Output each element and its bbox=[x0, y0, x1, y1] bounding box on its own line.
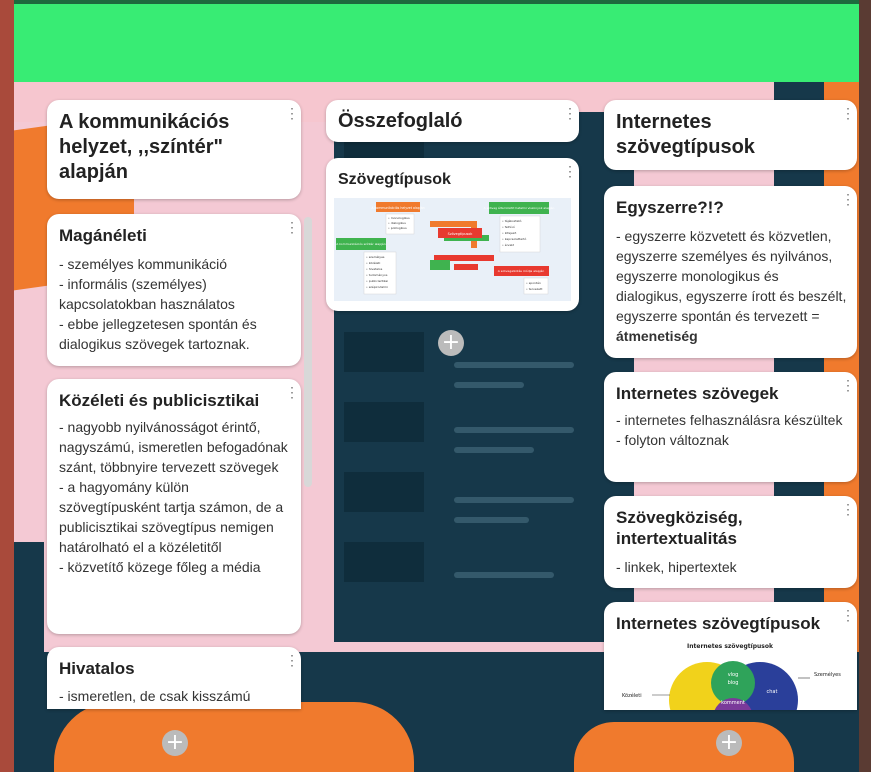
more-options-icon[interactable]: ⋮ bbox=[841, 608, 855, 622]
post-title: Egyszerre?!? bbox=[616, 198, 724, 217]
more-options-icon[interactable]: ⋮ bbox=[841, 378, 855, 392]
more-options-icon[interactable]: ⋮ bbox=[285, 653, 299, 667]
post-title: Szövegtípusok bbox=[338, 171, 451, 188]
background-shape bbox=[454, 382, 524, 388]
post-title: Hivatalos bbox=[59, 659, 135, 678]
add-post-button[interactable]: + bbox=[162, 730, 188, 756]
diagram-box-label: A kommunikációs színtér alapján bbox=[336, 242, 385, 246]
more-options-icon[interactable]: ⋮ bbox=[285, 385, 299, 399]
more-options-icon[interactable]: ⋮ bbox=[841, 502, 855, 516]
diagram-list-item: • érvelő bbox=[502, 243, 514, 247]
venn-label: Személyes bbox=[814, 671, 841, 678]
background-shape bbox=[454, 427, 574, 433]
venn-label: Közéleti bbox=[622, 692, 642, 699]
diagram-box-label: A kommunikációs helyzet alapján bbox=[371, 206, 424, 210]
venn-diagram-thumbnail[interactable]: Internetes szövegtípusok vlog blog chat … bbox=[612, 638, 849, 710]
background-shape bbox=[54, 702, 414, 772]
column-header-card[interactable]: Összefoglaló ⋮ bbox=[326, 100, 579, 142]
background-shape bbox=[454, 362, 574, 368]
background-shape bbox=[454, 447, 534, 453]
diagram-box-label: A szövegalkotás módja alapján bbox=[498, 269, 545, 273]
diagram-list-item: • felhívó bbox=[502, 225, 515, 229]
background-shape bbox=[344, 332, 424, 372]
column-header-card[interactable]: Internetes szövegtípusok ⋮ bbox=[604, 100, 857, 170]
diagram-list-item: • monologikus bbox=[388, 216, 410, 220]
add-post-button[interactable]: + bbox=[716, 730, 742, 756]
venn-diagram: Internetes szövegtípusok vlog blog chat … bbox=[622, 643, 841, 710]
board-canvas: A kommunikációs helyzet, ,,színtér" alap… bbox=[14, 82, 859, 772]
post-body-emphasis: átmenetiség bbox=[616, 328, 698, 344]
diagram-list-item: • tervezett bbox=[526, 287, 543, 291]
background-shape bbox=[454, 497, 574, 503]
diagram-list-item: • polilogikus bbox=[388, 226, 407, 230]
post-body: - nagyobb nyilvánosságot érintő, nagyszá… bbox=[59, 419, 288, 575]
post-body: - egyszerre közvetett és közvetlen, egys… bbox=[616, 226, 848, 346]
diagram-list-item: • személyes bbox=[366, 255, 385, 259]
post-title: Magánéleti bbox=[59, 226, 147, 245]
more-options-icon[interactable]: ⋮ bbox=[841, 192, 855, 206]
post-title: Közéleti és publicisztikai bbox=[59, 391, 260, 410]
szovegtipusok-diagram: A kommunikációs helyzet alapján • monolo… bbox=[334, 198, 571, 301]
post-body: - személyes kommunikáció - informális (s… bbox=[59, 256, 257, 352]
column-title: Összefoglaló bbox=[338, 110, 463, 132]
right-edge bbox=[859, 0, 871, 772]
venn-label: komment bbox=[721, 700, 745, 706]
diagram-list-item: • kapcsolattartó bbox=[502, 237, 526, 241]
diagram-list-item: • közéleti bbox=[366, 261, 380, 265]
background-shape bbox=[344, 402, 424, 442]
post-card[interactable]: Internetes szövegtípusok ⋮ Internetes sz… bbox=[604, 602, 857, 710]
post-card[interactable]: Hivatalos - ismeretlen, de csak kisszámú… bbox=[47, 647, 301, 709]
diagram-thumbnail[interactable]: A kommunikációs helyzet alapján • monolo… bbox=[334, 198, 571, 301]
background-shape bbox=[454, 517, 529, 523]
more-options-icon[interactable]: ⋮ bbox=[285, 220, 299, 234]
background-shape bbox=[454, 572, 554, 578]
add-post-button[interactable]: + bbox=[438, 330, 464, 356]
more-options-icon[interactable]: ⋮ bbox=[285, 106, 299, 120]
post-card[interactable]: Szövegköziség, intertextualitás - linkek… bbox=[604, 496, 857, 588]
diagram-list-item: • spontán bbox=[526, 281, 541, 285]
diagram-list-item: • szépirodalmi bbox=[366, 285, 388, 289]
venn-label: chat bbox=[767, 689, 778, 695]
venn-label: blog bbox=[728, 680, 739, 686]
background-shape bbox=[574, 722, 794, 772]
post-card[interactable]: Magánéleti - személyes kommunikáció - in… bbox=[47, 214, 301, 366]
post-title: Internetes szövegtípusok bbox=[616, 614, 821, 633]
column-title: A kommunikációs helyzet, ,,színtér" alap… bbox=[59, 111, 230, 183]
column-scrollbar[interactable] bbox=[304, 217, 312, 487]
post-body: - ismeretlen, de csak kisszámú bbox=[59, 688, 251, 704]
more-options-icon[interactable]: ⋮ bbox=[841, 106, 855, 120]
post-card[interactable]: Egyszerre?!? - egyszerre közvetett és kö… bbox=[604, 186, 857, 358]
venn-label: vlog bbox=[728, 672, 739, 678]
post-body: - internetes felhasználásra készültek - … bbox=[616, 412, 843, 448]
diagram-box-label: A szöveg által közölt hatalmi viszonyok … bbox=[484, 206, 555, 210]
diagram-center-label: Szövegtípusok bbox=[448, 232, 473, 236]
left-edge bbox=[0, 0, 14, 772]
post-body-text: - egyszerre közvetett és közvetlen, egys… bbox=[616, 228, 847, 324]
venn-title: Internetes szövegtípusok bbox=[687, 643, 774, 650]
column-header-card[interactable]: A kommunikációs helyzet, ,,színtér" alap… bbox=[47, 100, 301, 199]
post-card[interactable]: Közéleti és publicisztikai - nagyobb nyi… bbox=[47, 379, 301, 634]
column-title: Internetes szövegtípusok bbox=[616, 111, 755, 158]
diagram-list-item: • hivatalos bbox=[366, 267, 383, 271]
background-shape bbox=[344, 472, 424, 512]
post-title: Internetes szövegek bbox=[616, 384, 779, 403]
post-card[interactable]: Internetes szövegek - internetes felhasz… bbox=[604, 372, 857, 482]
diagram-list-item: • tájékoztató bbox=[502, 219, 522, 223]
diagram-list-item: • tudományos bbox=[366, 273, 388, 277]
header-banner bbox=[14, 0, 859, 82]
post-card[interactable]: Szövegtípusok ⋮ A kommunikációs helyzet … bbox=[326, 158, 579, 311]
background-shape bbox=[344, 542, 424, 582]
post-body: - linkek, hipertextek bbox=[616, 559, 737, 575]
diagram-list-item: • kifejező bbox=[502, 231, 516, 235]
diagram-list-item: • publicisztikai bbox=[366, 279, 388, 283]
post-title: Szövegköziség, intertextualitás bbox=[616, 508, 743, 548]
more-options-icon[interactable]: ⋮ bbox=[563, 106, 577, 120]
more-options-icon[interactable]: ⋮ bbox=[563, 164, 577, 178]
diagram-list-item: • dialogikus bbox=[388, 221, 406, 225]
